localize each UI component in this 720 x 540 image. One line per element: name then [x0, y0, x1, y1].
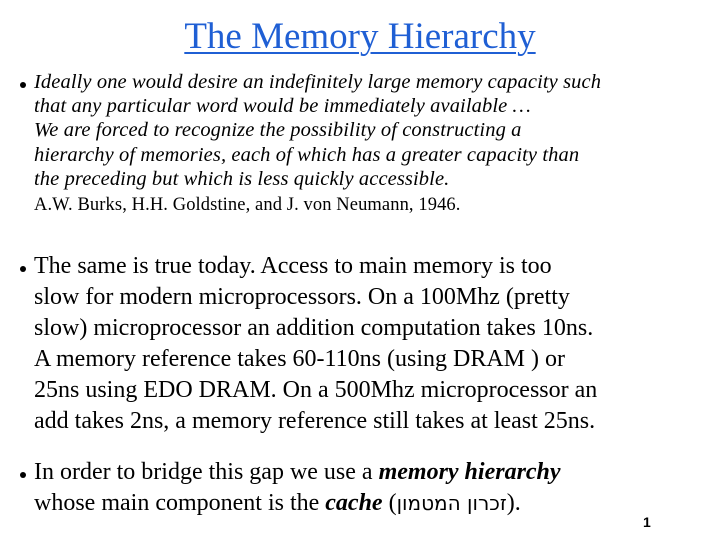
quote-paragraph: Ideally one would desire an indefinitely…: [34, 70, 704, 218]
paragraph-line: 25ns using EDO DRAM. On a 500Mhz micropr…: [34, 377, 598, 403]
emphasis-memory-hierarchy: memory hierarchy: [378, 459, 561, 485]
slide-title-text: The Memory Hierarchy: [184, 16, 536, 57]
quote-line: We are forced to recognize the possibili…: [34, 119, 522, 142]
quote-line: that any particular word would be immedi…: [34, 95, 531, 118]
quote-line: Ideally one would desire an indefinitely…: [34, 71, 602, 93]
bullet-marker: [20, 472, 26, 478]
emphasis-cache: cache: [325, 490, 383, 516]
quote-line: the preceding but which is less quickly …: [34, 167, 450, 190]
paragraph-line: slow for modern microprocessors. On a 10…: [34, 284, 570, 310]
text-run: (: [382, 490, 397, 516]
hebrew-term: זכרון המטמון: [396, 491, 507, 515]
paragraph-line: whose main component is the cache (זכרון…: [34, 488, 714, 519]
text-run: In order to bridge this gap we use a: [34, 459, 379, 485]
paragraph-line: A memory reference takes 60-110ns (using…: [34, 346, 565, 372]
bullet-marker: [20, 82, 26, 88]
paragraph-line: add takes 2ns, a memory reference still …: [34, 408, 596, 434]
bullet-paragraph-cache: In order to bridge this gap we use a mem…: [34, 457, 714, 519]
text-run: whose main component is the: [34, 490, 326, 516]
paragraph-line: In order to bridge this gap we use a mem…: [34, 457, 714, 488]
text-run: ).: [506, 490, 521, 516]
quote-line: hierarchy of memories, each of which has…: [34, 143, 580, 166]
paragraph-line: The same is true today. Access to main m…: [34, 253, 552, 279]
bullet-paragraph-memory-speed: The same is true today. Access to main m…: [34, 251, 714, 437]
quote-attribution: A.W. Burks, H.H. Goldstine, and J. von N…: [34, 195, 461, 216]
paragraph-line: slow) microprocessor an addition computa…: [34, 315, 594, 341]
slide-title: The Memory Hierarchy: [0, 14, 720, 60]
bullet-marker: [20, 266, 26, 272]
page-number: 1: [643, 514, 651, 530]
